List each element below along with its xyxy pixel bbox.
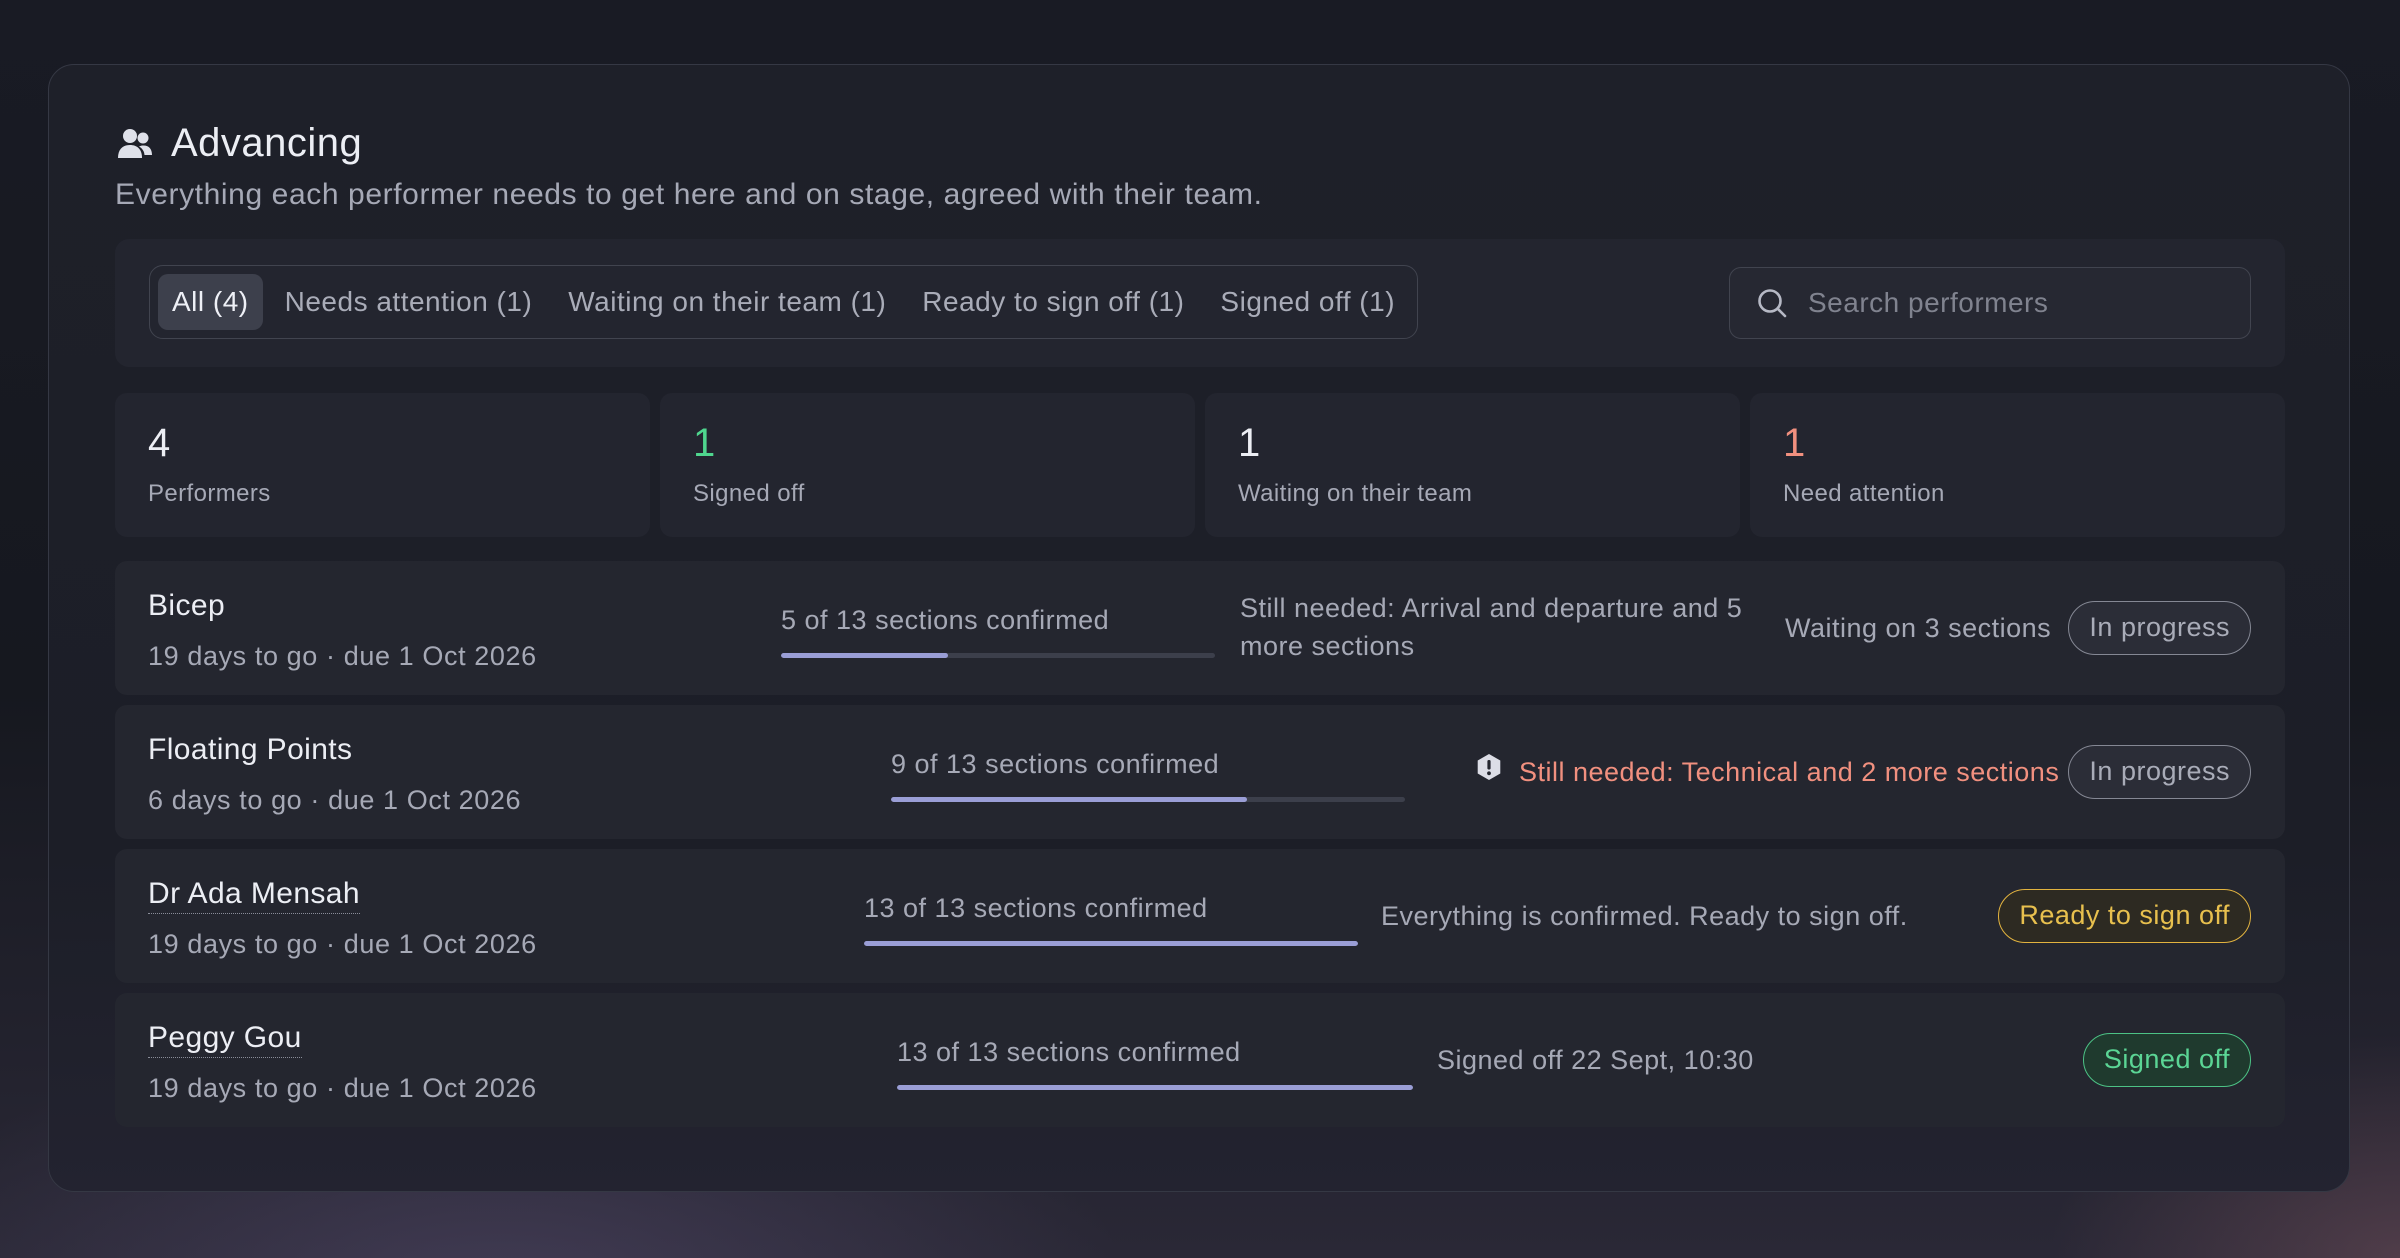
stat-need-attention: 1 Need attention — [1750, 393, 2285, 537]
status-note: Signed off 22 Sept, 10:30 — [1437, 1045, 1754, 1075]
stat-label: Signed off — [693, 480, 805, 507]
stat-label: Waiting on their team — [1238, 480, 1473, 507]
performer-due: 19 days to go · due 1 Oct 2026 — [148, 929, 537, 959]
panel-header: Advancing Everything each performer need… — [115, 121, 1263, 212]
performer-due: 6 days to go · due 1 Oct 2026 — [148, 785, 522, 815]
progress-label: 13 of 13 sections confirmed — [897, 1037, 1241, 1067]
status-note: Still needed: Technical and 2 more secti… — [1475, 753, 2059, 791]
performer-list: Bicep 19 days to go · due 1 Oct 2026 5 o… — [115, 561, 2285, 1137]
summary-stats: 4 Performers 1 Signed off 1 Waiting on t… — [115, 393, 2285, 537]
filter-toolbar: All (4) Needs attention (1) Waiting on t… — [115, 239, 2285, 367]
progress-fill — [781, 653, 949, 658]
stat-value: 1 — [1238, 421, 1261, 465]
stat-value: 4 — [148, 421, 171, 465]
progress-fill — [897, 1085, 1413, 1090]
progress-bar — [864, 941, 1358, 946]
tab-waiting-on-team[interactable]: Waiting on their team (1) — [554, 274, 900, 330]
performer-due: 19 days to go · due 1 Oct 2026 — [148, 641, 537, 671]
tab-ready-to-sign-off[interactable]: Ready to sign off (1) — [908, 274, 1198, 330]
performer-row[interactable]: Bicep 19 days to go · due 1 Oct 2026 5 o… — [115, 561, 2285, 695]
tab-all[interactable]: All (4) — [158, 274, 263, 330]
progress-bar — [891, 797, 1405, 802]
title-row: Advancing — [115, 121, 1263, 166]
performer-row[interactable]: Floating Points 6 days to go · due 1 Oct… — [115, 705, 2285, 839]
tab-signed-off[interactable]: Signed off (1) — [1206, 274, 1409, 330]
stat-label: Performers — [148, 480, 271, 507]
users-icon — [115, 124, 155, 164]
filter-tabs: All (4) Needs attention (1) Waiting on t… — [149, 265, 1419, 339]
progress-fill — [864, 941, 1358, 946]
status-badge: Ready to sign off — [1998, 889, 2251, 943]
status-note-text: Still needed: Technical and 2 more secti… — [1519, 757, 2060, 787]
performer-row[interactable]: Peggy Gou 19 days to go · due 1 Oct 2026… — [115, 993, 2285, 1127]
stat-value: 1 — [1783, 421, 1806, 465]
performer-name[interactable]: Floating Points — [148, 733, 352, 769]
performer-name[interactable]: Bicep — [148, 589, 225, 625]
stat-label: Need attention — [1783, 480, 1945, 507]
search-input[interactable] — [1806, 286, 2230, 320]
stat-value: 1 — [693, 421, 716, 465]
progress-bar — [897, 1085, 1413, 1090]
advancing-panel: Advancing Everything each performer need… — [48, 64, 2350, 1192]
status-badge: In progress — [2068, 601, 2251, 655]
stat-signed-off: 1 Signed off — [660, 393, 1195, 537]
stat-waiting: 1 Waiting on their team — [1205, 393, 1740, 537]
stat-performers: 4 Performers — [115, 393, 650, 537]
page-subtitle: Everything each performer needs to get h… — [115, 178, 1263, 211]
search-box[interactable] — [1729, 267, 2251, 339]
page-title: Advancing — [171, 121, 363, 165]
alert-hexagon-icon — [1475, 753, 1503, 791]
tab-needs-attention[interactable]: Needs attention (1) — [271, 274, 547, 330]
progress-bar — [781, 653, 1215, 658]
status-badge: Signed off — [2082, 1033, 2251, 1087]
progress-label: 9 of 13 sections confirmed — [891, 749, 1220, 779]
waiting-text: Waiting on 3 sections — [1785, 613, 2052, 643]
status-badge: In progress — [2068, 745, 2251, 799]
progress-fill — [891, 797, 1247, 802]
progress-label: 5 of 13 sections confirmed — [781, 605, 1110, 635]
performer-name[interactable]: Dr Ada Mensah — [148, 877, 360, 914]
status-note: Still needed: Arrival and departure and … — [1240, 593, 1743, 661]
status-note: Everything is confirmed. Ready to sign o… — [1381, 901, 1908, 931]
search-icon — [1756, 287, 1788, 319]
progress-label: 13 of 13 sections confirmed — [864, 893, 1208, 923]
performer-row[interactable]: Dr Ada Mensah 19 days to go · due 1 Oct … — [115, 849, 2285, 983]
performer-name[interactable]: Peggy Gou — [148, 1021, 302, 1058]
performer-due: 19 days to go · due 1 Oct 2026 — [148, 1073, 537, 1103]
